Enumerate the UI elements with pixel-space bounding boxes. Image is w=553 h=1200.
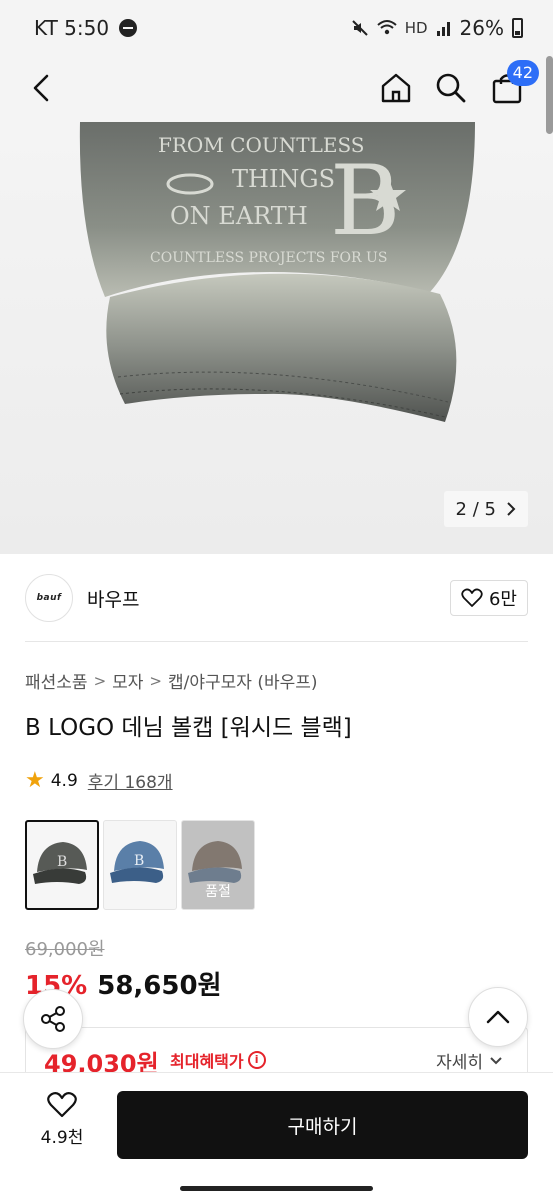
hero-text-3: ON EARTH bbox=[170, 202, 308, 230]
page-separator: / bbox=[472, 498, 479, 520]
info-icon[interactable]: i bbox=[247, 1051, 266, 1069]
svg-text:B: B bbox=[134, 853, 144, 869]
brand-logo[interactable]: bauf bbox=[25, 574, 73, 622]
status-time: KT 5:50 bbox=[34, 16, 110, 40]
chevron-left-icon bbox=[33, 74, 49, 102]
signal-icon bbox=[436, 22, 450, 36]
brand-like-count: 6만 bbox=[488, 589, 517, 610]
page-current: 2 bbox=[455, 498, 467, 520]
wifi-icon bbox=[377, 20, 397, 35]
home-button[interactable] bbox=[370, 62, 422, 114]
page-total: 5 bbox=[484, 498, 496, 520]
chevron-up-icon bbox=[486, 1010, 510, 1024]
breadcrumb: 패션소품 > 모자 > 캡/야구모자 (바우프) bbox=[25, 668, 318, 694]
do-not-disturb-icon bbox=[119, 19, 138, 37]
share-icon bbox=[41, 1006, 65, 1032]
review-link[interactable]: 후기 168개 bbox=[88, 768, 173, 793]
breadcrumb-separator-icon: > bbox=[93, 671, 107, 690]
cart-count-badge: 42 bbox=[506, 60, 539, 86]
breadcrumb-separator-icon: > bbox=[149, 671, 162, 690]
color-options: B B 품절 bbox=[25, 820, 255, 910]
image-page-counter[interactable]: 2 / 5 bbox=[443, 491, 528, 527]
rating-row: ★ 4.9 후기 168개 bbox=[25, 768, 173, 793]
soldout-overlay: 품절 bbox=[182, 821, 254, 909]
option-thumbnail: B bbox=[33, 842, 87, 884]
product-title: B LOGO 데님 볼캡 [워시드 블랙] bbox=[25, 715, 352, 741]
back-button[interactable] bbox=[16, 62, 68, 114]
breadcrumb-item-1[interactable]: 패션소품 bbox=[25, 668, 88, 693]
sale-price: 58,650원 bbox=[97, 971, 222, 1001]
brand-like-button[interactable]: 6만 bbox=[449, 580, 528, 616]
hero-text-2: THINGS bbox=[232, 165, 335, 193]
soldout-label: 품절 bbox=[205, 884, 231, 900]
original-price: 69,000원 bbox=[25, 939, 105, 960]
option-thumbnail: B bbox=[110, 841, 164, 883]
product-image: FROM COUNTLESS THINGS ON EARTH COUNTLESS… bbox=[79, 122, 476, 422]
wishlist-count: 4.9천 bbox=[40, 1128, 84, 1148]
option-brown-denim[interactable]: 품절 bbox=[181, 820, 255, 910]
product-image-carousel[interactable]: FROM COUNTLESS THINGS ON EARTH COUNTLESS… bbox=[0, 122, 553, 554]
battery-icon bbox=[512, 18, 523, 38]
option-washed-black[interactable]: B bbox=[25, 820, 99, 910]
buy-button[interactable]: 구매하기 bbox=[117, 1091, 528, 1159]
home-indicator bbox=[180, 1186, 373, 1191]
benefit-label: 최대혜택가 i bbox=[170, 1048, 266, 1072]
search-button[interactable] bbox=[425, 62, 477, 114]
heart-icon bbox=[47, 1092, 77, 1118]
benefit-detail-link[interactable]: 자세히 bbox=[436, 1048, 503, 1073]
cart-button[interactable]: 42 bbox=[481, 60, 539, 114]
breadcrumb-item-2[interactable]: 모자 bbox=[112, 668, 143, 693]
search-icon bbox=[436, 73, 466, 103]
status-bar: KT 5:50 HD 26% bbox=[0, 0, 553, 56]
brand-row: bauf 바우프 6만 bbox=[25, 570, 528, 626]
hd-voice-icon: HD bbox=[404, 19, 428, 37]
chevron-down-icon bbox=[490, 1056, 502, 1064]
share-button[interactable] bbox=[23, 989, 83, 1049]
svg-text:B: B bbox=[57, 854, 67, 870]
home-icon bbox=[381, 73, 411, 103]
wishlist-button[interactable]: 4.9천 bbox=[22, 1091, 102, 1148]
rating-value: 4.9 bbox=[50, 770, 78, 791]
heart-icon bbox=[461, 588, 483, 607]
top-navigation: 42 bbox=[0, 56, 553, 122]
chevron-right-icon bbox=[507, 502, 516, 516]
breadcrumb-item-3[interactable]: 캡/야구모자 (바우프) bbox=[168, 668, 318, 693]
brand-name[interactable]: 바우프 bbox=[87, 585, 139, 612]
mute-icon bbox=[351, 20, 368, 36]
option-blue-denim[interactable]: B bbox=[103, 820, 177, 910]
battery-percent: 26% bbox=[459, 16, 504, 40]
page-scrollbar[interactable] bbox=[546, 56, 553, 134]
divider bbox=[25, 641, 528, 642]
star-icon: ★ bbox=[25, 767, 45, 793]
scroll-to-top-button[interactable] bbox=[468, 987, 528, 1047]
bottom-purchase-bar: 4.9천 구매하기 bbox=[0, 1072, 553, 1178]
